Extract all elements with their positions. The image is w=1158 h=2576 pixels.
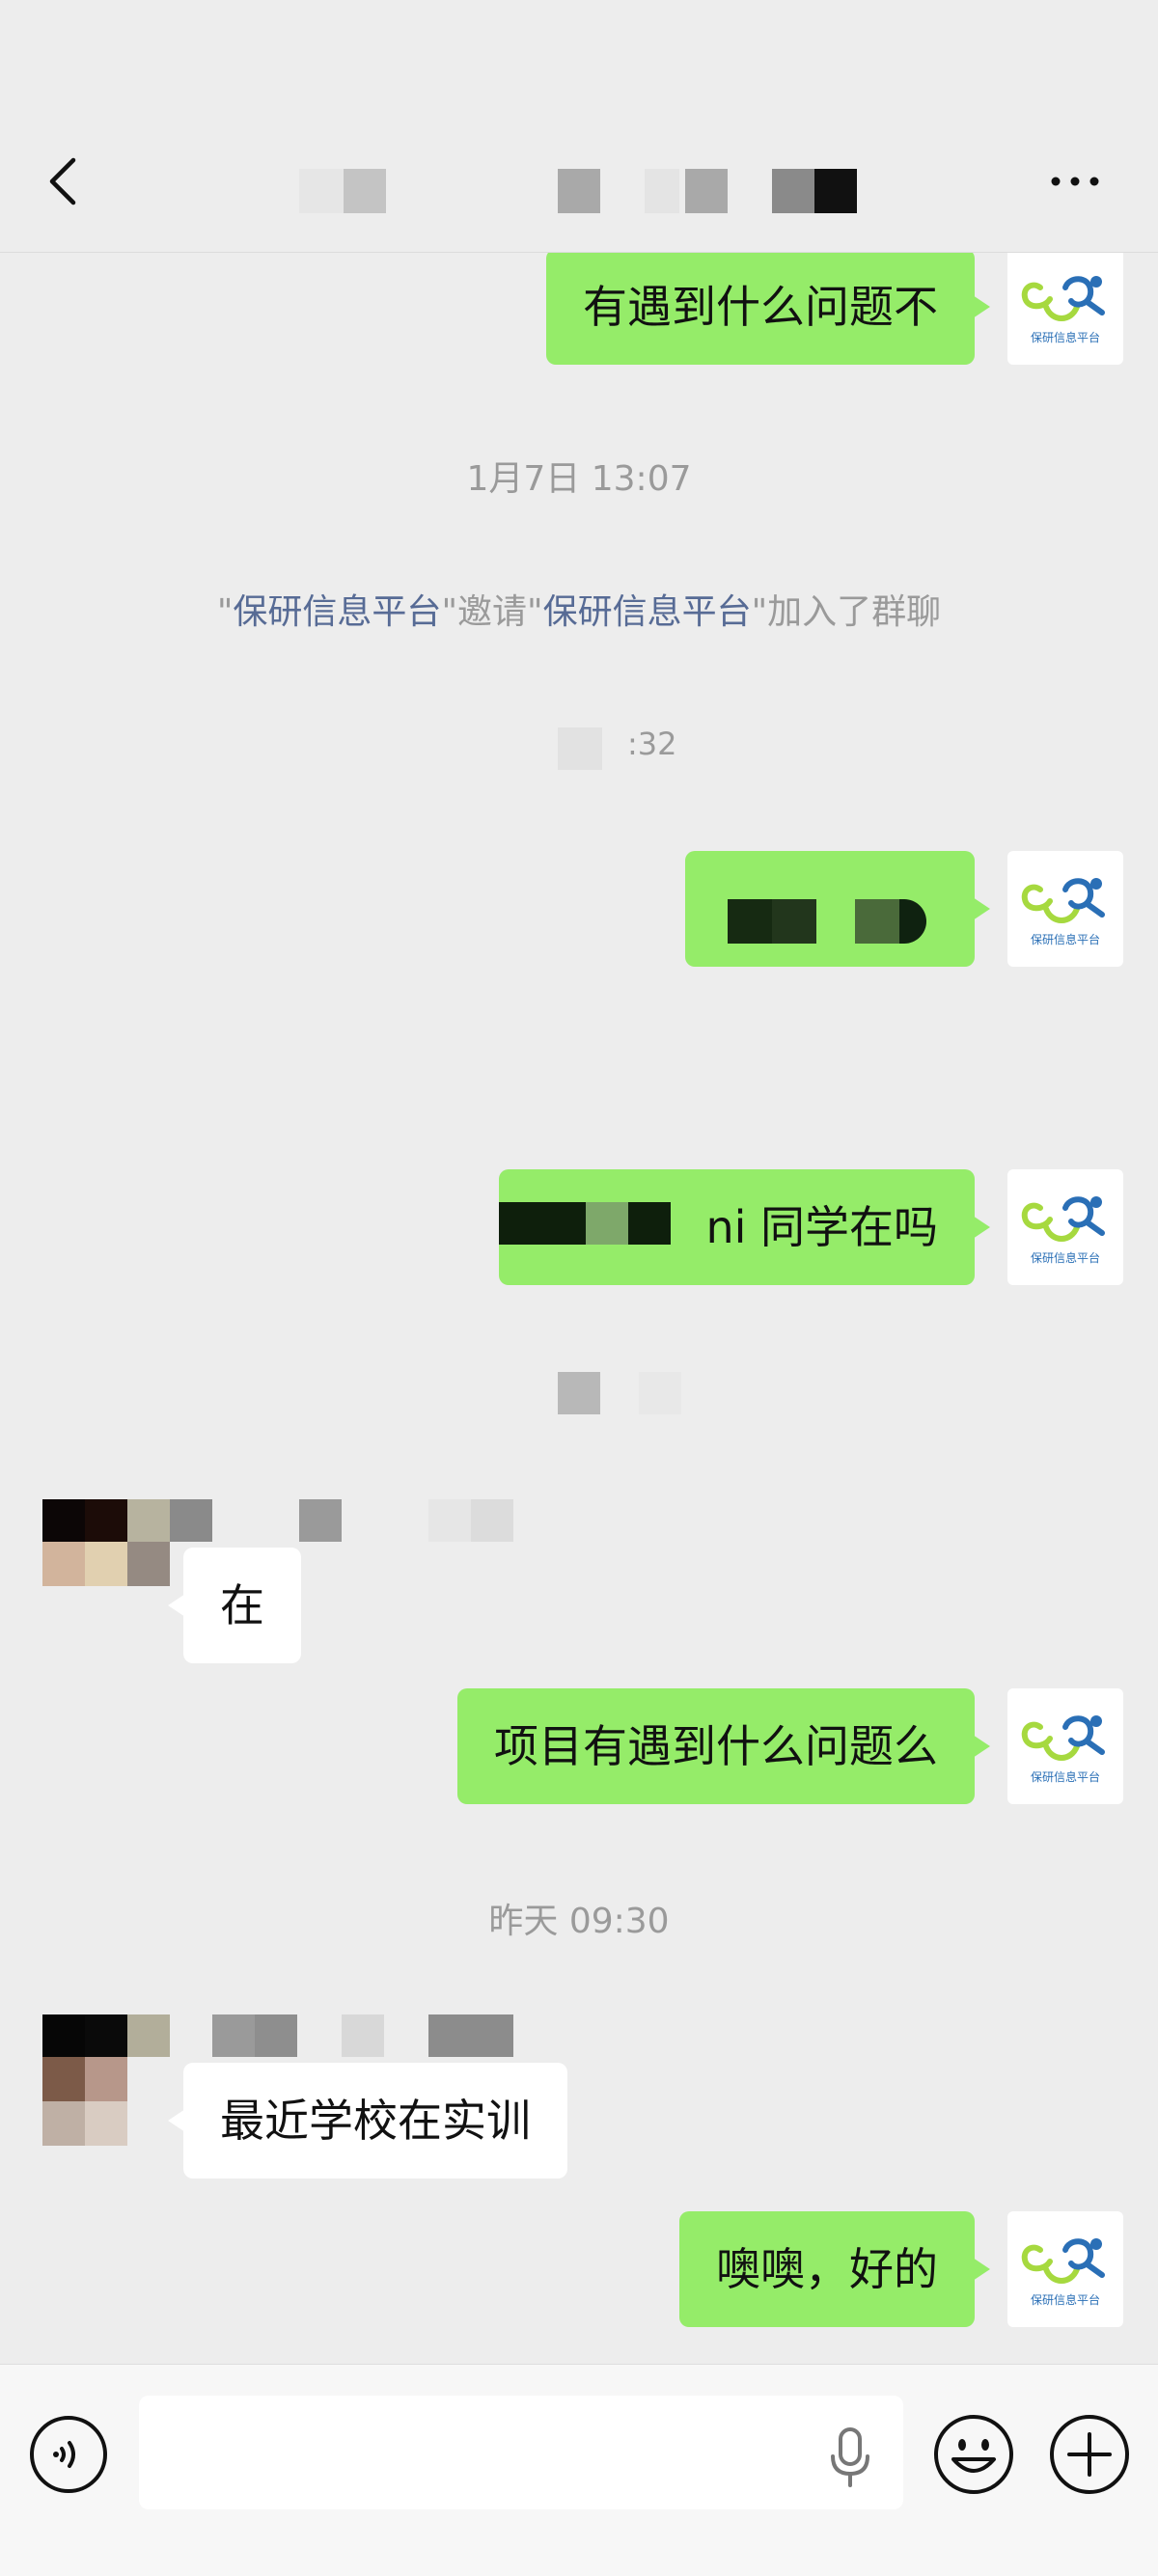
user-link[interactable]: 保研信息平台 xyxy=(543,592,752,632)
chat-header xyxy=(0,0,1158,253)
back-button[interactable] xyxy=(42,152,85,210)
avatar[interactable]: 保研信息平台 xyxy=(1007,1688,1123,1804)
message-bubble[interactable]: 噢噢，好的 xyxy=(679,2211,990,2327)
avatar[interactable]: 保研信息平台 xyxy=(1007,851,1123,967)
platform-logo-icon: 保研信息平台 xyxy=(1021,276,1105,344)
message-bubble[interactable]: 项目有遇到什么问题么 xyxy=(457,1688,990,1804)
voice-button[interactable] xyxy=(29,2415,108,2494)
more-functions-button[interactable] xyxy=(1048,2413,1131,2496)
avatar[interactable]: 保研信息平台 xyxy=(1007,2211,1123,2327)
obscured-block xyxy=(558,727,602,770)
obscured-block xyxy=(639,1372,681,1414)
voice-icon xyxy=(30,2416,107,2493)
message-text: 噢噢，好的 xyxy=(716,2243,938,2295)
svg-text:保研信息平台: 保研信息平台 xyxy=(1031,1250,1100,1265)
input-bar xyxy=(0,2364,1158,2576)
message-bubble[interactable]: 最近学校在实训 xyxy=(168,2063,567,2179)
message-text: 项目有遇到什么问题么 xyxy=(494,1720,938,1772)
platform-logo-icon: 保研信息平台 xyxy=(1021,878,1105,946)
user-link[interactable]: 保研信息平台 xyxy=(233,592,441,632)
message-text: 有遇到什么问题不 xyxy=(583,281,938,333)
avatar[interactable]: 保研信息平台 xyxy=(1007,253,1123,365)
message-text: 最近学校在实训 xyxy=(220,2095,531,2147)
system-notice: "保研信息平台"邀请"保研信息平台"加入了群聊 xyxy=(216,592,942,632)
platform-logo-icon: 保研信息平台 xyxy=(1021,2238,1105,2307)
obscured-timestamp xyxy=(558,1372,600,1414)
timestamp: 1月7日 13:07 xyxy=(466,459,692,499)
message-list[interactable]: 有遇到什么问题不 保研信息平台 1月7日 13:07 "保研信息平台"邀请"保研… xyxy=(0,253,1158,2359)
more-button[interactable] xyxy=(1048,162,1102,201)
message-bubble-obscured[interactable] xyxy=(685,851,990,967)
message-text: ni 同学在吗 xyxy=(705,1201,938,1253)
svg-text:保研信息平台: 保研信息平台 xyxy=(1031,932,1100,946)
partial-timestamp: :32 xyxy=(627,726,677,762)
mic-button[interactable] xyxy=(825,2425,875,2489)
plus-circle-icon xyxy=(1050,2415,1129,2494)
chevron-left-icon xyxy=(49,157,76,206)
platform-logo-icon: 保研信息平台 xyxy=(1021,1715,1105,1784)
microphone-icon xyxy=(831,2427,869,2487)
svg-text:保研信息平台: 保研信息平台 xyxy=(1031,1769,1100,1784)
logo-text: 保研信息平台 xyxy=(1031,330,1100,344)
emoji-button[interactable] xyxy=(932,2413,1015,2496)
svg-text:保研信息平台: 保研信息平台 xyxy=(1031,2292,1100,2307)
platform-logo-icon: 保研信息平台 xyxy=(1021,1196,1105,1265)
message-text: 在 xyxy=(220,1579,264,1631)
message-bubble[interactable]: ni 同学在吗 xyxy=(499,1169,990,1285)
timestamp: 昨天 09:30 xyxy=(488,1902,670,1941)
message-bubble[interactable]: 在 xyxy=(168,1548,301,1663)
message-input[interactable] xyxy=(139,2396,903,2509)
message-bubble[interactable]: 有遇到什么问题不 xyxy=(546,253,990,365)
more-horizontal-icon xyxy=(1051,177,1099,186)
emoji-icon xyxy=(934,2415,1013,2494)
avatar[interactable]: 保研信息平台 xyxy=(1007,1169,1123,1285)
chat-title-obscured xyxy=(299,169,868,213)
